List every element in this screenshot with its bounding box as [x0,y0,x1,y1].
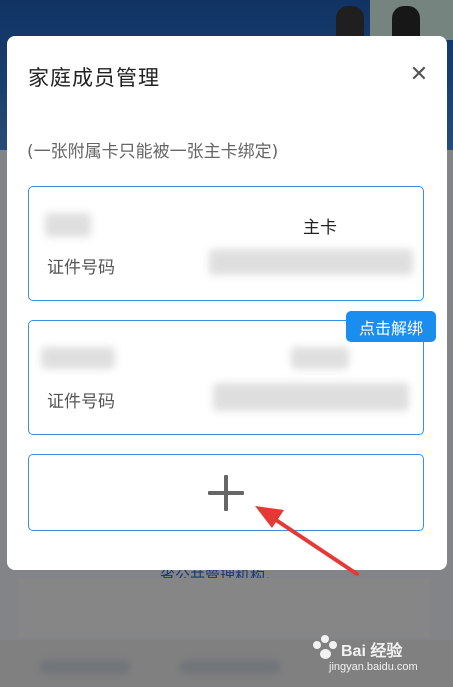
id-number-label: 证件号码 [47,392,115,412]
plus-icon [208,474,244,511]
close-icon[interactable]: ✕ [405,60,433,88]
dialog-title: 家庭成员管理 [28,66,160,90]
member-card-primary[interactable]: 主卡 证件号码 [28,186,424,301]
watermark-url: jingyan.baidu.com [329,661,418,673]
redacted-id-number [209,249,413,275]
binding-note: (一张附属卡只能被一张主卡绑定) [27,142,279,162]
paw-logo-icon [313,635,339,661]
redacted-card-type [291,347,349,369]
unbind-button[interactable]: 点击解绑 [346,311,436,342]
primary-card-tag: 主卡 [303,218,337,238]
id-number-label: 证件号码 [47,258,115,278]
redacted-name [45,213,91,237]
redacted-name [41,347,115,369]
redacted-id-number [213,383,409,411]
watermark-brand: Bai 经验 [341,643,403,660]
family-member-dialog: 家庭成员管理 ✕ (一张附属卡只能被一张主卡绑定) 主卡 证件号码 证件号码 点… [7,36,447,570]
watermark-logo: Bai 经验 jingyan.baidu.com [309,633,439,679]
add-member-button[interactable] [28,454,424,531]
